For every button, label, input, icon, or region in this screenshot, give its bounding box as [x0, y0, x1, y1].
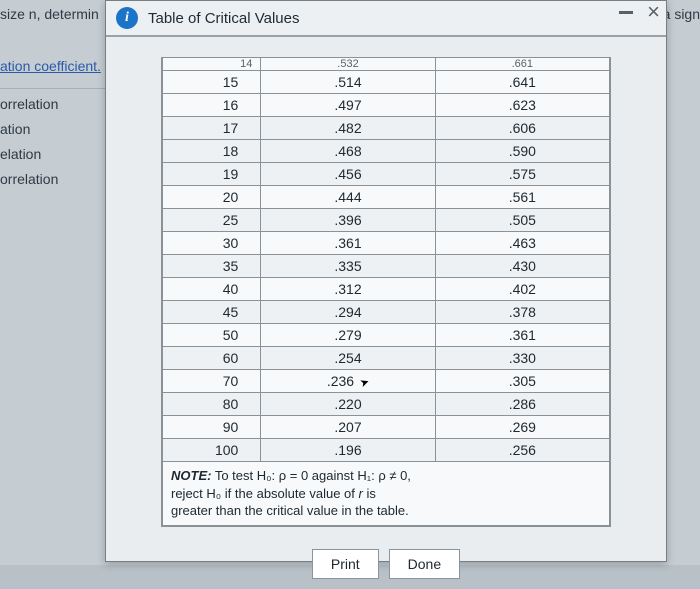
table-cell-b: .641: [435, 71, 609, 94]
table-cell-a: .196: [261, 439, 435, 462]
table-cell-a: .361: [261, 232, 435, 255]
table-cell-n: 60: [163, 347, 261, 370]
table-cell-b: .606: [435, 117, 609, 140]
table-cell-n: 100: [163, 439, 261, 462]
table-cell: 14: [163, 58, 261, 71]
table-row: 100.196.256: [163, 439, 610, 462]
table-cell-a: .444: [261, 186, 435, 209]
table-cell-n: 30: [163, 232, 261, 255]
table-row: 18.468.590: [163, 140, 610, 163]
dialog: i Table of Critical Values × 14.532.6611…: [105, 0, 667, 562]
table-cell-b: .361: [435, 324, 609, 347]
dialog-title: Table of Critical Values: [148, 10, 299, 27]
table-row: 30.361.463: [163, 232, 610, 255]
dialog-header: i Table of Critical Values ×: [106, 1, 666, 37]
table-cell-b: .575: [435, 163, 609, 186]
bg-side-4: orrelation: [0, 171, 58, 187]
bg-side-3: elation: [0, 146, 41, 162]
table-cell-n: 17: [163, 117, 261, 140]
table-cell-n: 35: [163, 255, 261, 278]
bg-top-left: size n, determin: [0, 6, 99, 22]
table-cell-b: .402: [435, 278, 609, 301]
table-cell-n: 25: [163, 209, 261, 232]
table-cell-n: 40: [163, 278, 261, 301]
table-cell-b: .430: [435, 255, 609, 278]
table-cell-a: .220: [261, 393, 435, 416]
table-cell: .661: [435, 58, 609, 71]
table-cell-n: 50: [163, 324, 261, 347]
table-cell: .532: [261, 58, 435, 71]
table-cell-b: .305: [435, 370, 609, 393]
table-cell-b: .378: [435, 301, 609, 324]
table-cell-b: .463: [435, 232, 609, 255]
table-cell-a: .254: [261, 347, 435, 370]
table-cell-n: 16: [163, 94, 261, 117]
divider: [0, 88, 105, 89]
table-cell-b: .561: [435, 186, 609, 209]
table-cell-n: 18: [163, 140, 261, 163]
table-cell-n: 45: [163, 301, 261, 324]
close-icon[interactable]: ×: [647, 5, 660, 19]
table-cell-a: .279: [261, 324, 435, 347]
table-row: 70.236 ➤.305: [163, 370, 610, 393]
done-button[interactable]: Done: [389, 549, 460, 579]
table-cell-a: .456: [261, 163, 435, 186]
table-row: 20.444.561: [163, 186, 610, 209]
critical-values-table: 14.532.66115.514.64116.497.62317.482.606…: [161, 57, 611, 527]
table-row: 25.396.505: [163, 209, 610, 232]
table-cell-b: .623: [435, 94, 609, 117]
table-cell-b: .505: [435, 209, 609, 232]
table-row: 15.514.641: [163, 71, 610, 94]
table-cell-b: .330: [435, 347, 609, 370]
print-button[interactable]: Print: [312, 549, 379, 579]
minimize-icon[interactable]: [619, 11, 633, 14]
table-row: 19.456.575: [163, 163, 610, 186]
table-cell-n: 19: [163, 163, 261, 186]
table-row: 17.482.606: [163, 117, 610, 140]
table-cell-a: .482: [261, 117, 435, 140]
table-cell-a: .236 ➤: [261, 370, 435, 393]
table-row: 40.312.402: [163, 278, 610, 301]
table-row: 35.335.430: [163, 255, 610, 278]
table-row: 80.220.286: [163, 393, 610, 416]
info-icon: i: [116, 7, 138, 29]
table-row: 90.207.269: [163, 416, 610, 439]
table-cell-n: 80: [163, 393, 261, 416]
dialog-body: 14.532.66115.514.64116.497.62317.482.606…: [106, 37, 666, 589]
table-cell-n: 90: [163, 416, 261, 439]
table-cell-b: .286: [435, 393, 609, 416]
table-cell-a: .468: [261, 140, 435, 163]
table-cell-a: .207: [261, 416, 435, 439]
table-cell-n: 20: [163, 186, 261, 209]
table-row: 45.294.378: [163, 301, 610, 324]
bg-side-1: orrelation: [0, 96, 58, 112]
table-row: 50.279.361: [163, 324, 610, 347]
bg-side-2: ation: [0, 121, 30, 137]
button-row: Print Done: [161, 549, 611, 579]
table-cell-b: .269: [435, 416, 609, 439]
table-cell-b: .256: [435, 439, 609, 462]
table-cell-a: .312: [261, 278, 435, 301]
table-cell-a: .497: [261, 94, 435, 117]
table-cell-a: .335: [261, 255, 435, 278]
table-cell-a: .514: [261, 71, 435, 94]
table-cell-a: .294: [261, 301, 435, 324]
bg-link[interactable]: ation coefficient.: [0, 58, 101, 74]
table-cell-n: 70: [163, 370, 261, 393]
table-cell-n: 15: [163, 71, 261, 94]
table-cell-b: .590: [435, 140, 609, 163]
table-row: 16.497.623: [163, 94, 610, 117]
table-cell-a: .396: [261, 209, 435, 232]
table-row: 60.254.330: [163, 347, 610, 370]
table-note: NOTE: To test H₀: ρ = 0 against H₁: ρ ≠ …: [163, 462, 610, 526]
